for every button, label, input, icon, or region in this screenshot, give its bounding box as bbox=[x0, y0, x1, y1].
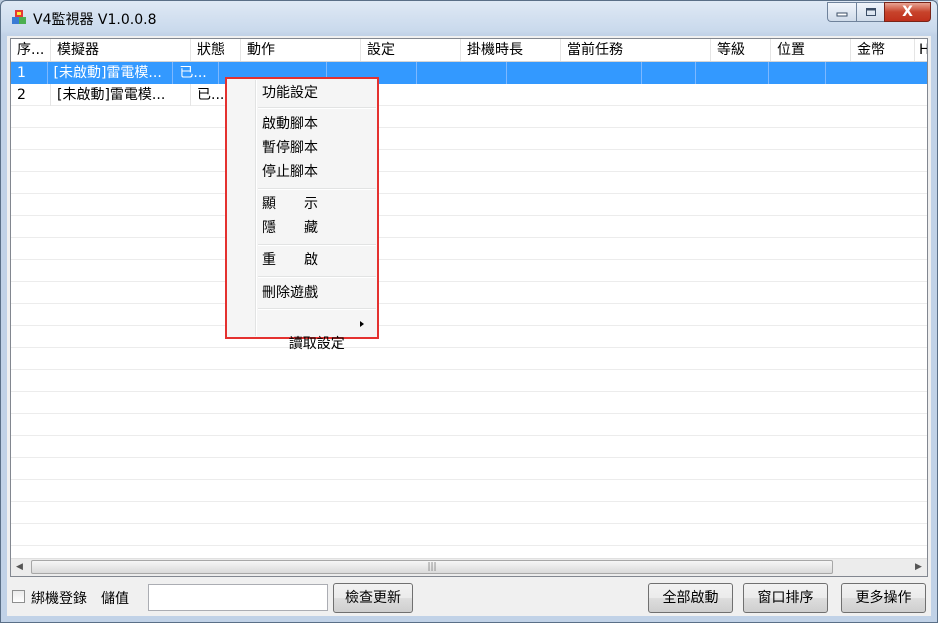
row-emulator: [未啟動]雷電模... bbox=[51, 84, 191, 106]
menu-item-stop-script[interactable]: 停止腳本 bbox=[262, 162, 318, 182]
row-extra bbox=[826, 62, 927, 84]
menu-gutter bbox=[255, 80, 257, 336]
grid-rows: 1 [未啟動]雷電模... 已... 2 [未啟動]雷電模... 已... bbox=[11, 62, 927, 562]
grip-icon: ||| bbox=[427, 562, 437, 572]
menu-item-load-settings-label: 讀取設定 bbox=[288, 336, 345, 352]
table-row[interactable]: 2 [未啟動]雷電模... 已... bbox=[11, 84, 927, 106]
scroll-right-icon[interactable]: ▶ bbox=[910, 559, 927, 576]
context-menu: 功能設定 啟動腳本 暫停腳本 停止腳本 顯 示 隱 藏 重 啟 刪除遊戲 讀取設… bbox=[225, 77, 379, 352]
menu-item-function-settings[interactable]: 功能設定 bbox=[262, 83, 318, 103]
column-header[interactable]: 金幣 bbox=[851, 39, 915, 61]
bottom-toolbar: 綁機登錄 儲值 檢查更新 全部啟動 窗口排序 更多操作 bbox=[7, 582, 931, 614]
more-actions-button[interactable]: 更多操作 bbox=[841, 583, 926, 613]
menu-item-start-script[interactable]: 啟動腳本 bbox=[262, 114, 318, 134]
scroll-left-icon[interactable]: ◀ bbox=[11, 559, 28, 576]
bind-login-checkbox[interactable] bbox=[12, 590, 25, 603]
start-all-button[interactable]: 全部啟動 bbox=[648, 583, 733, 613]
column-header[interactable]: 設定 bbox=[361, 39, 461, 61]
column-header[interactable]: H bbox=[915, 39, 927, 61]
maximize-icon bbox=[865, 8, 876, 16]
row-status: 已... bbox=[173, 62, 219, 84]
row-emulator: [未啟動]雷電模... bbox=[48, 62, 174, 84]
client-area: 序... 模擬器 狀態 動作 設定 掛機時長 當前任務 等級 位置 金幣 H 1… bbox=[7, 36, 931, 616]
check-update-button[interactable]: 檢查更新 bbox=[333, 583, 413, 613]
close-icon: X bbox=[902, 4, 913, 20]
menu-item-pause-script[interactable]: 暫停腳本 bbox=[262, 138, 318, 158]
minimize-button[interactable] bbox=[827, 2, 856, 22]
menu-separator bbox=[258, 276, 376, 278]
menu-separator bbox=[258, 107, 376, 109]
bind-login-label: 綁機登錄 bbox=[31, 591, 87, 607]
minimize-icon bbox=[836, 12, 848, 17]
row-position bbox=[696, 62, 769, 84]
row-gold bbox=[769, 62, 827, 84]
window-title: V4監視器 V1.0.0.8 bbox=[33, 12, 157, 28]
grid-header: 序... 模擬器 狀態 動作 設定 掛機時長 當前任務 等級 位置 金幣 H bbox=[11, 39, 927, 62]
menu-separator bbox=[258, 188, 376, 190]
row-duration bbox=[417, 62, 508, 84]
menu-item-hide[interactable]: 隱 藏 bbox=[262, 218, 318, 238]
submenu-arrow-icon bbox=[360, 321, 364, 327]
menu-item-load-settings[interactable]: 讀取設定 bbox=[262, 314, 372, 352]
context-menu-body: 功能設定 啟動腳本 暫停腳本 停止腳本 顯 示 隱 藏 重 啟 刪除遊戲 讀取設… bbox=[228, 80, 376, 352]
column-header[interactable]: 模擬器 bbox=[51, 39, 191, 61]
column-header[interactable]: 當前任務 bbox=[561, 39, 711, 61]
arrange-windows-button[interactable]: 窗口排序 bbox=[743, 583, 828, 613]
app-icon bbox=[12, 10, 26, 24]
row-index: 2 bbox=[11, 84, 51, 106]
column-header[interactable]: 掛機時長 bbox=[461, 39, 561, 61]
table-row[interactable]: 1 [未啟動]雷電模... 已... bbox=[11, 62, 927, 84]
menu-separator bbox=[258, 308, 376, 310]
close-button[interactable]: X bbox=[884, 2, 931, 22]
window-controls: X bbox=[827, 2, 931, 22]
row-task bbox=[507, 62, 642, 84]
column-header[interactable]: 動作 bbox=[241, 39, 361, 61]
maximize-button[interactable] bbox=[856, 2, 884, 22]
column-header[interactable]: 序... bbox=[11, 39, 51, 61]
title-bar[interactable]: V4監視器 V1.0.0.8 X bbox=[1, 1, 937, 35]
value-input[interactable] bbox=[148, 584, 328, 611]
horizontal-scrollbar[interactable]: ◀ ||| ▶ bbox=[11, 558, 927, 576]
scroll-thumb[interactable]: ||| bbox=[31, 560, 833, 574]
menu-separator bbox=[258, 244, 376, 246]
column-header[interactable]: 狀態 bbox=[191, 39, 241, 61]
row-index: 1 bbox=[11, 62, 48, 84]
column-header[interactable]: 位置 bbox=[771, 39, 851, 61]
row-level bbox=[642, 62, 697, 84]
value-label: 儲值 bbox=[101, 591, 129, 607]
menu-item-delete-game[interactable]: 刪除遊戲 bbox=[262, 283, 318, 303]
app-window: V4監視器 V1.0.0.8 X 序... 模擬器 狀態 動作 設定 掛機時長 … bbox=[0, 0, 938, 623]
column-header[interactable]: 等級 bbox=[711, 39, 771, 61]
menu-item-show[interactable]: 顯 示 bbox=[262, 194, 318, 214]
menu-item-restart[interactable]: 重 啟 bbox=[262, 250, 318, 270]
emulator-grid[interactable]: 序... 模擬器 狀態 動作 設定 掛機時長 當前任務 等級 位置 金幣 H 1… bbox=[10, 38, 928, 577]
